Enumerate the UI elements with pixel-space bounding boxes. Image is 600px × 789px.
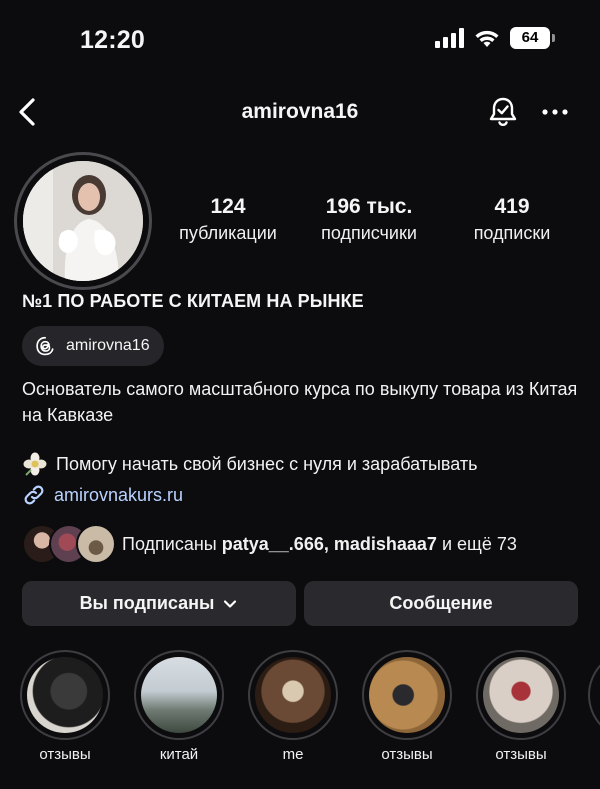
profile-screen: 12:20 64 amirovna16 124 публикации 196 т… xyxy=(0,0,600,789)
cellular-signal-icon xyxy=(435,28,464,48)
stat-posts[interactable]: 124 публикации xyxy=(170,195,286,244)
highlight-cover xyxy=(369,657,445,733)
chevron-down-icon xyxy=(224,599,237,608)
mutual-avatar xyxy=(76,524,116,564)
status-time: 12:20 xyxy=(80,26,145,54)
flower-icon xyxy=(23,452,47,476)
avatar-photo xyxy=(23,161,143,281)
story-highlight[interactable]: me xyxy=(248,650,338,763)
more-options-icon[interactable] xyxy=(538,98,572,126)
posts-label: публикации xyxy=(179,223,277,243)
followers-count: 196 тыс. xyxy=(325,195,413,218)
threads-handle: amirovna16 xyxy=(66,337,150,354)
bio-text-secondary: Помогу начать свой бизнес с нуля и зараб… xyxy=(56,453,478,474)
link-text: amirovnakurs.ru xyxy=(54,484,184,505)
highlight-label: me xyxy=(282,746,304,763)
followed-by-text: Подписаны patya__.666, madishaaa7 и ещё … xyxy=(122,533,517,554)
story-highlight[interactable]: китай xyxy=(134,650,224,763)
status-indicators: 64 xyxy=(435,27,555,49)
followers-label: подписчики xyxy=(321,223,417,243)
bio-line: Помогу начать свой бизнес с нуля и зараб… xyxy=(22,451,478,477)
notification-bell-icon[interactable] xyxy=(486,95,520,129)
story-highlight[interactable]: отзывы xyxy=(20,650,110,763)
message-button-label: Сообщение xyxy=(389,593,493,613)
highlight-cover xyxy=(141,657,217,733)
highlight-cover xyxy=(27,657,103,733)
threads-icon xyxy=(36,336,54,356)
message-button[interactable]: Сообщение xyxy=(304,581,578,626)
link-icon xyxy=(24,485,44,505)
highlight-cover xyxy=(255,657,331,733)
highlight-label: отзывы xyxy=(381,746,433,763)
following-button[interactable]: Вы подписаны xyxy=(22,581,296,626)
following-button-label: Вы подписаны xyxy=(79,593,215,613)
profile-name: №1 ПО РАБОТЕ С КИТАЕМ НА РЫНКЕ xyxy=(22,291,364,311)
threads-badge[interactable]: amirovna16 xyxy=(22,326,164,366)
profile-avatar[interactable] xyxy=(14,152,152,290)
mutual-followers-avatars xyxy=(22,524,116,564)
highlight-cover xyxy=(483,657,559,733)
stat-following[interactable]: 419 подписки xyxy=(458,195,566,244)
wifi-icon xyxy=(475,30,499,47)
highlight-label: китай xyxy=(159,746,199,763)
stat-followers[interactable]: 196 тыс. подписчики xyxy=(308,195,430,244)
posts-count: 124 xyxy=(210,195,246,218)
highlight-label: отзывы xyxy=(495,746,547,763)
story-highlight[interactable]: отзывы xyxy=(476,650,566,763)
following-count: 419 xyxy=(494,195,530,218)
story-highlight[interactable]: отзывы xyxy=(362,650,452,763)
battery-icon: 64 xyxy=(510,27,555,49)
followed-by-row[interactable]: Подписаны patya__.666, madishaaa7 и ещё … xyxy=(22,524,517,564)
profile-link[interactable]: amirovnakurs.ru xyxy=(22,483,183,507)
back-arrow-icon[interactable] xyxy=(14,96,42,128)
bio-text: Основатель самого масштабного курса по в… xyxy=(22,379,578,425)
story-highlight-partial[interactable] xyxy=(588,650,600,740)
highlight-label: отзывы xyxy=(39,746,91,763)
following-label: подписки xyxy=(473,223,551,243)
